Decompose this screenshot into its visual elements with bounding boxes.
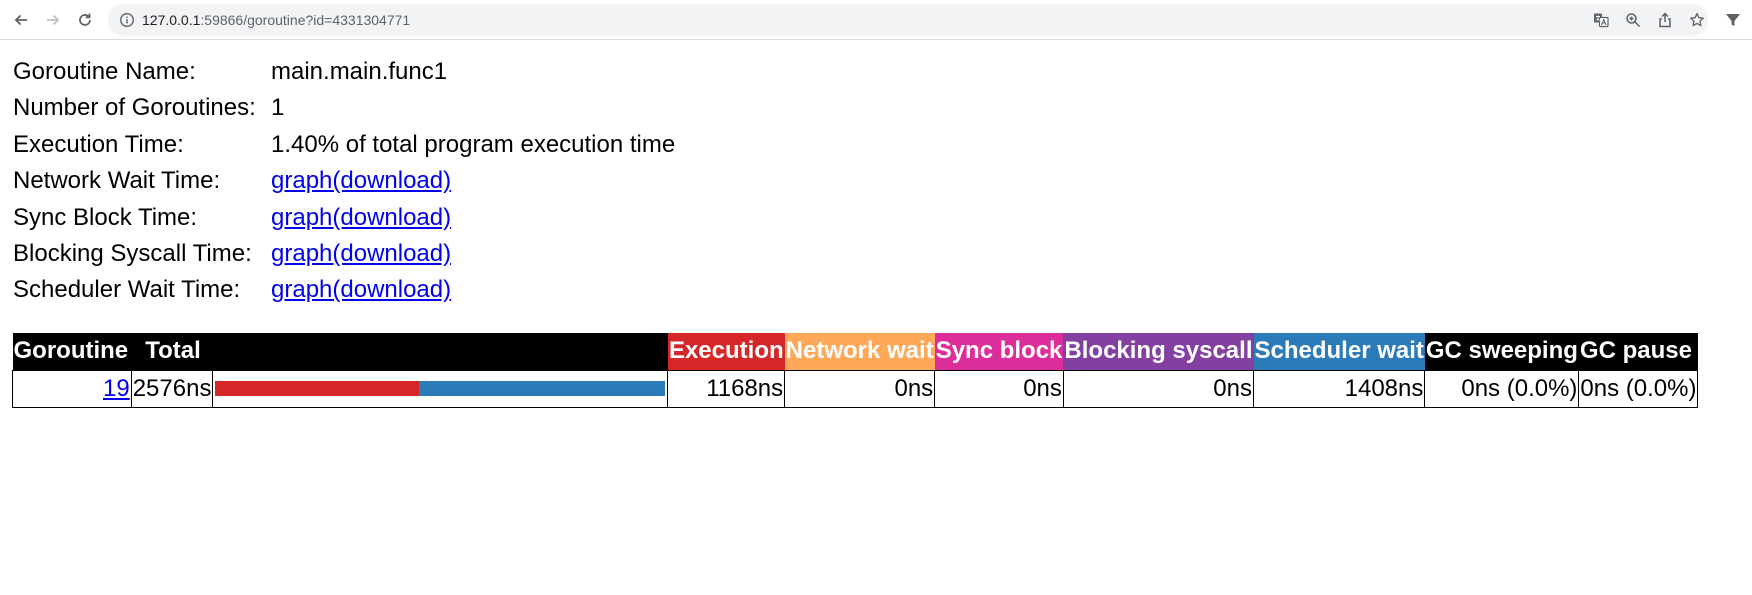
header-execution: Execution	[667, 333, 785, 370]
zoom-icon[interactable]	[1625, 12, 1641, 28]
table-header-row: Goroutine Total Execution Network wait S…	[12, 333, 1698, 370]
sync-block-graph-link[interactable]: graph(download)	[271, 200, 451, 236]
network-wait-cell: 0ns	[784, 369, 936, 408]
bookmark-star-icon[interactable]	[1689, 12, 1705, 28]
goroutine-id-cell: 19	[12, 369, 132, 408]
reload-button[interactable]	[72, 8, 98, 32]
browser-toolbar: 127.0.0.1:59866/goroutine?id=4331304771	[0, 0, 1752, 40]
scheduler-wait-label: Scheduler Wait Time:	[13, 276, 241, 304]
back-button[interactable]	[8, 8, 34, 32]
arrow-right-icon	[47, 14, 60, 26]
address-bar[interactable]: 127.0.0.1:59866/goroutine?id=4331304771	[108, 4, 1708, 36]
header-goroutine: Goroutine	[12, 333, 132, 370]
total-cell: 2576ns	[130, 369, 214, 408]
info-row-scheduler-wait: Scheduler Wait Time: graph(download)	[13, 272, 675, 308]
header-sync-block: Sync block	[934, 333, 1064, 370]
execution-time-value: 1.40% of total program execution time	[271, 130, 676, 158]
url-path: :59866/goroutine?id=4331304771	[200, 12, 411, 28]
forward-button[interactable]	[40, 8, 66, 32]
time-breakdown-bar	[215, 381, 666, 396]
network-wait-graph-link[interactable]: graph(download)	[271, 163, 451, 199]
scheduler-wait-graph-link[interactable]: graph(download)	[271, 272, 451, 308]
bar-segment-scheduler-wait	[419, 381, 666, 396]
header-total: Total	[131, 333, 213, 370]
goroutine-stats-table: Goroutine Total Execution Network wait S…	[12, 333, 1699, 408]
goroutine-id-link[interactable]: 19	[103, 375, 130, 402]
arrow-left-icon	[14, 14, 27, 26]
info-row-network-wait: Network Wait Time: graph(download)	[13, 163, 675, 199]
gc-pause-cell: 0ns (0.0%)	[1578, 369, 1699, 408]
blocking-syscall-label: Blocking Syscall Time:	[13, 240, 252, 268]
goroutine-count-value: 1	[271, 94, 285, 122]
info-row-blocking-syscall: Blocking Syscall Time: graph(download)	[13, 236, 675, 272]
translate-icon[interactable]	[1593, 12, 1609, 28]
url-text[interactable]: 127.0.0.1:59866/goroutine?id=4331304771	[142, 12, 410, 28]
info-row-goroutine-name: Goroutine Name: main.main.func1	[13, 54, 675, 90]
info-row-goroutine-count: Number of Goroutines: 1	[13, 90, 675, 126]
gc-sweeping-cell: 0ns (0.0%)	[1424, 369, 1580, 408]
sync-block-cell: 0ns	[934, 369, 1064, 408]
goroutine-count-label: Number of Goroutines:	[13, 94, 256, 122]
time-breakdown-bar-cell	[212, 369, 669, 408]
header-gc-sweeping: GC sweeping	[1424, 333, 1579, 370]
blocking-syscall-graph-link[interactable]: graph(download)	[271, 236, 451, 272]
goroutine-name-value: main.main.func1	[271, 58, 448, 85]
extension-funnel-icon[interactable]	[1724, 11, 1742, 29]
header-blocking-syscall: Blocking syscall	[1063, 333, 1254, 370]
share-icon[interactable]	[1657, 12, 1673, 28]
info-icon[interactable]	[119, 12, 135, 28]
info-row-sync-block: Sync Block Time: graph(download)	[13, 200, 675, 236]
url-host: 127.0.0.1	[142, 12, 201, 28]
header-network-wait: Network wait	[784, 333, 935, 370]
goroutine-summary: Goroutine Name: main.main.func1 Number o…	[13, 54, 675, 309]
goroutine-name-label: Goroutine Name:	[13, 58, 196, 85]
network-wait-label: Network Wait Time:	[13, 167, 221, 195]
header-scheduler-wait: Scheduler wait	[1253, 333, 1425, 370]
execution-cell: 1168ns	[667, 369, 786, 408]
bar-segment-execution	[215, 381, 420, 396]
table-row: 19 2576ns 1168ns 0ns 0ns 0ns 1408ns 0ns …	[12, 369, 1699, 408]
scheduler-wait-cell: 1408ns	[1252, 369, 1426, 408]
blocking-syscall-cell: 0ns	[1062, 369, 1255, 408]
sync-block-label: Sync Block Time:	[13, 203, 198, 231]
execution-time-label: Execution Time:	[13, 130, 184, 158]
info-row-execution-time: Execution Time: 1.40% of total program e…	[13, 127, 675, 163]
header-gc-pause: GC pause	[1578, 333, 1698, 370]
header-bar	[212, 333, 668, 370]
reload-icon	[79, 13, 91, 26]
